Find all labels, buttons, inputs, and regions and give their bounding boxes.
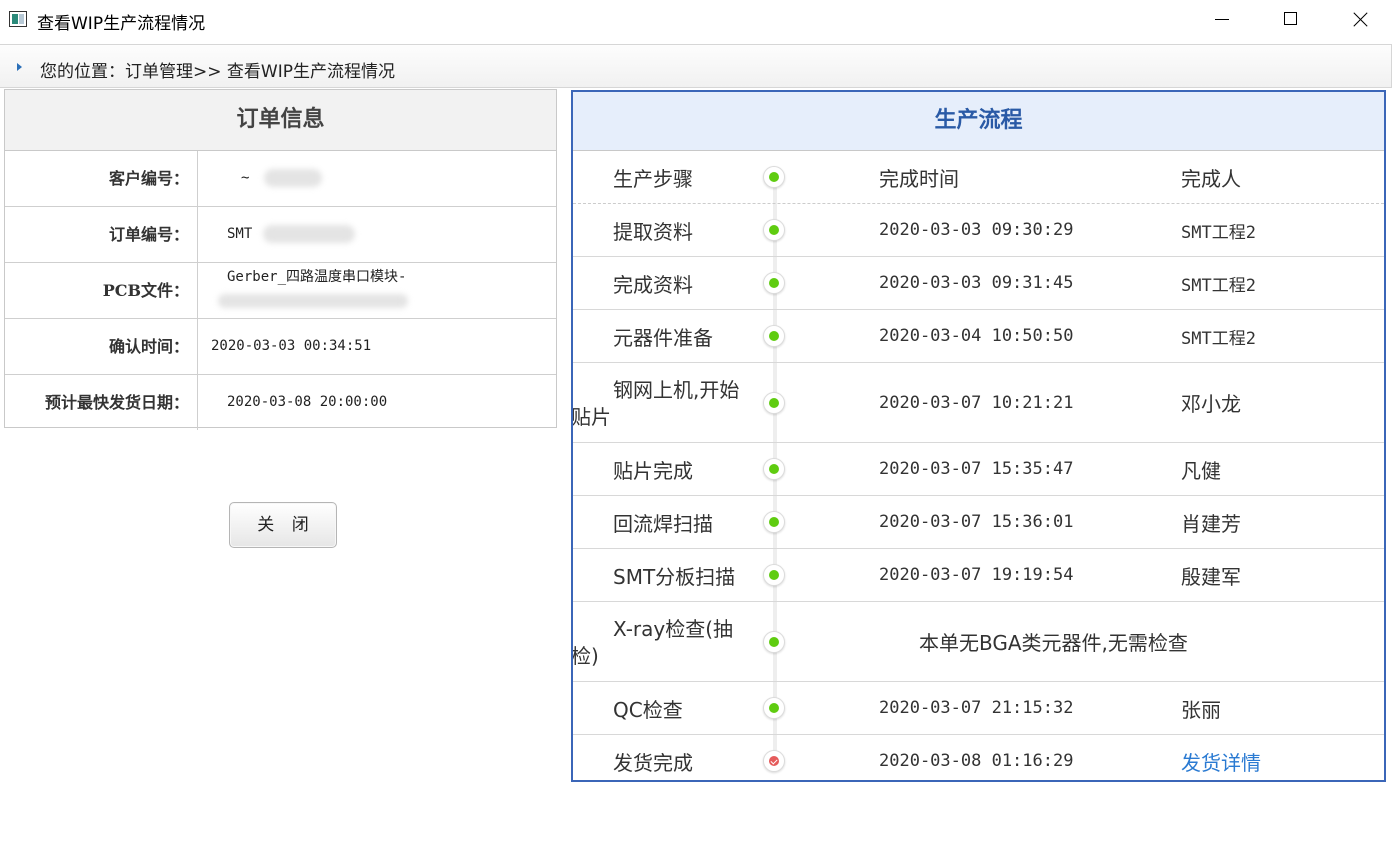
flow-step-row: X-ray检查(抽 检) 本单无BGA类元器件,无需检查 bbox=[573, 602, 1384, 682]
step-name: QC检查 bbox=[613, 697, 683, 722]
red-check-icon bbox=[763, 750, 785, 772]
step-name: SMT分板扫描 bbox=[613, 564, 736, 589]
step-name: 提取资料 bbox=[613, 219, 693, 244]
customer-id-label: 客户编号： bbox=[5, 151, 198, 206]
production-flow-panel: 生产流程 生产步骤 完成时间 完成人 提取资料 2020-03-03 09:30… bbox=[571, 90, 1386, 782]
flow-step-row: 完成资料 2020-03-03 09:31:45 SMT工程2 bbox=[573, 257, 1384, 310]
step-name: 钢网上机,开始 bbox=[613, 378, 740, 402]
close-window-button[interactable] bbox=[1337, 0, 1383, 40]
step-time: 2020-03-08 01:16:29 bbox=[879, 751, 1074, 771]
step-name: 贴片完成 bbox=[613, 458, 693, 483]
step-time: 2020-03-07 10:21:21 bbox=[879, 392, 1074, 413]
step-name: 回流焊扫描 bbox=[613, 511, 713, 536]
step-time: 2020-03-04 10:50:50 bbox=[879, 326, 1074, 346]
step-time: 2020-03-03 09:30:29 bbox=[879, 220, 1074, 240]
close-button[interactable]: 关 闭 bbox=[229, 502, 337, 548]
breadcrumb-text: 您的位置：订单管理>> 查看WIP生产流程情况 bbox=[40, 62, 395, 82]
step-column-header: 生产步骤 bbox=[613, 166, 693, 191]
maximize-button[interactable] bbox=[1268, 0, 1314, 40]
order-id-value: SMT bbox=[205, 207, 556, 262]
step-person: 邓小龙 bbox=[1181, 392, 1241, 416]
pcb-file-label: PCB文件： bbox=[5, 263, 198, 318]
confirm-time-row: 确认时间： 2020-03-03 00:34:51 bbox=[5, 319, 556, 375]
step-time: 2020-03-07 15:35:47 bbox=[879, 459, 1074, 479]
flow-step-row: 钢网上机,开始 贴片 2020-03-07 10:21:21 邓小龙 bbox=[573, 363, 1384, 443]
redacted-mask bbox=[262, 225, 355, 243]
step-person: 张丽 bbox=[1181, 697, 1221, 722]
step-note: 本单无BGA类元器件,无需检查 bbox=[919, 631, 1188, 655]
green-dot-icon bbox=[763, 511, 785, 533]
flow-step-row: 贴片完成 2020-03-07 15:35:47 凡健 bbox=[573, 443, 1384, 496]
shipping-details-link[interactable]: 发货详情 bbox=[1181, 735, 1261, 780]
pcb-file-row: PCB文件： Gerber_四路温度串口模块- I bbox=[5, 263, 556, 319]
step-name-continued: 贴片 bbox=[571, 405, 611, 429]
confirm-time-label: 确认时间： bbox=[5, 319, 198, 374]
green-dot-icon bbox=[763, 697, 785, 719]
green-dot-icon bbox=[763, 166, 785, 188]
step-time: 2020-03-07 19:19:54 bbox=[879, 565, 1074, 585]
estimated-ship-date-label: 预计最快发货日期： bbox=[5, 375, 198, 430]
flow-step-row: SMT分板扫描 2020-03-07 19:19:54 殷建军 bbox=[573, 549, 1384, 602]
flow-step-row: 元器件准备 2020-03-04 10:50:50 SMT工程2 bbox=[573, 310, 1384, 363]
minimize-button[interactable] bbox=[1199, 0, 1245, 40]
order-info-title: 订单信息 bbox=[5, 90, 556, 151]
green-dot-icon bbox=[763, 272, 785, 294]
step-person: 凡健 bbox=[1181, 458, 1221, 483]
order-id-row: 订单编号： SMT bbox=[5, 207, 556, 263]
flow-step-row: QC检查 2020-03-07 21:15:32 张丽 bbox=[573, 682, 1384, 735]
step-time: 2020-03-03 09:31:45 bbox=[879, 273, 1074, 293]
green-dot-icon bbox=[763, 219, 785, 241]
green-dot-icon bbox=[763, 631, 785, 653]
production-flow-title: 生产流程 bbox=[573, 92, 1384, 151]
step-person: SMT工程2 bbox=[1181, 328, 1256, 349]
step-person: SMT工程2 bbox=[1181, 275, 1256, 296]
flow-step-row: 回流焊扫描 2020-03-07 15:36:01 肖建芳 bbox=[573, 496, 1384, 549]
step-name: 完成资料 bbox=[613, 272, 693, 297]
customer-id-value: ~ bbox=[205, 151, 556, 206]
step-person: SMT工程2 bbox=[1181, 222, 1256, 243]
step-name-continued: 检) bbox=[571, 644, 599, 668]
green-dot-icon bbox=[763, 392, 785, 414]
estimated-ship-date-row: 预计最快发货日期： 2020-03-08 20:00:00 bbox=[5, 375, 556, 430]
flow-step-row: 发货完成 2020-03-08 01:16:29 发货详情 bbox=[573, 735, 1384, 780]
confirm-time-value: 2020-03-03 00:34:51 bbox=[211, 338, 372, 354]
step-person: 殷建军 bbox=[1181, 564, 1241, 589]
green-dot-icon bbox=[763, 325, 785, 347]
step-time: 2020-03-07 21:15:32 bbox=[879, 698, 1074, 718]
estimated-ship-date-value: 2020-03-08 20:00:00 bbox=[227, 394, 388, 410]
redacted-mask bbox=[217, 294, 408, 308]
time-column-header: 完成时间 bbox=[879, 166, 959, 191]
green-dot-icon bbox=[763, 458, 785, 480]
pcb-file-value: Gerber_四路温度串口模块- I bbox=[205, 263, 556, 318]
step-time: 2020-03-07 15:36:01 bbox=[879, 512, 1074, 532]
customer-id-row: 客户编号： ~ bbox=[5, 151, 556, 207]
step-name: 元器件准备 bbox=[613, 325, 713, 350]
person-column-header: 完成人 bbox=[1181, 166, 1241, 191]
window-title: 查看WIP生产流程情况 bbox=[37, 14, 206, 34]
step-name: X-ray检查(抽 bbox=[613, 617, 734, 641]
order-info-panel: 订单信息 客户编号： ~ 订单编号： SMT PCB文件： Gerber_四路温… bbox=[4, 89, 557, 430]
app-window-icon bbox=[9, 11, 27, 27]
step-name: 发货完成 bbox=[613, 750, 693, 775]
flow-step-row: 提取资料 2020-03-03 09:30:29 SMT工程2 bbox=[573, 204, 1384, 257]
breadcrumb: 您的位置：订单管理>> 查看WIP生产流程情况 bbox=[0, 44, 1392, 88]
redacted-mask bbox=[263, 169, 322, 187]
step-person: 肖建芳 bbox=[1181, 511, 1241, 536]
triangle-right-icon bbox=[17, 63, 22, 71]
flow-header-row: 生产步骤 完成时间 完成人 bbox=[573, 151, 1384, 204]
green-dot-icon bbox=[763, 564, 785, 586]
order-id-label: 订单编号： bbox=[5, 207, 198, 262]
title-bar: 查看WIP生产流程情况 bbox=[0, 0, 1396, 40]
